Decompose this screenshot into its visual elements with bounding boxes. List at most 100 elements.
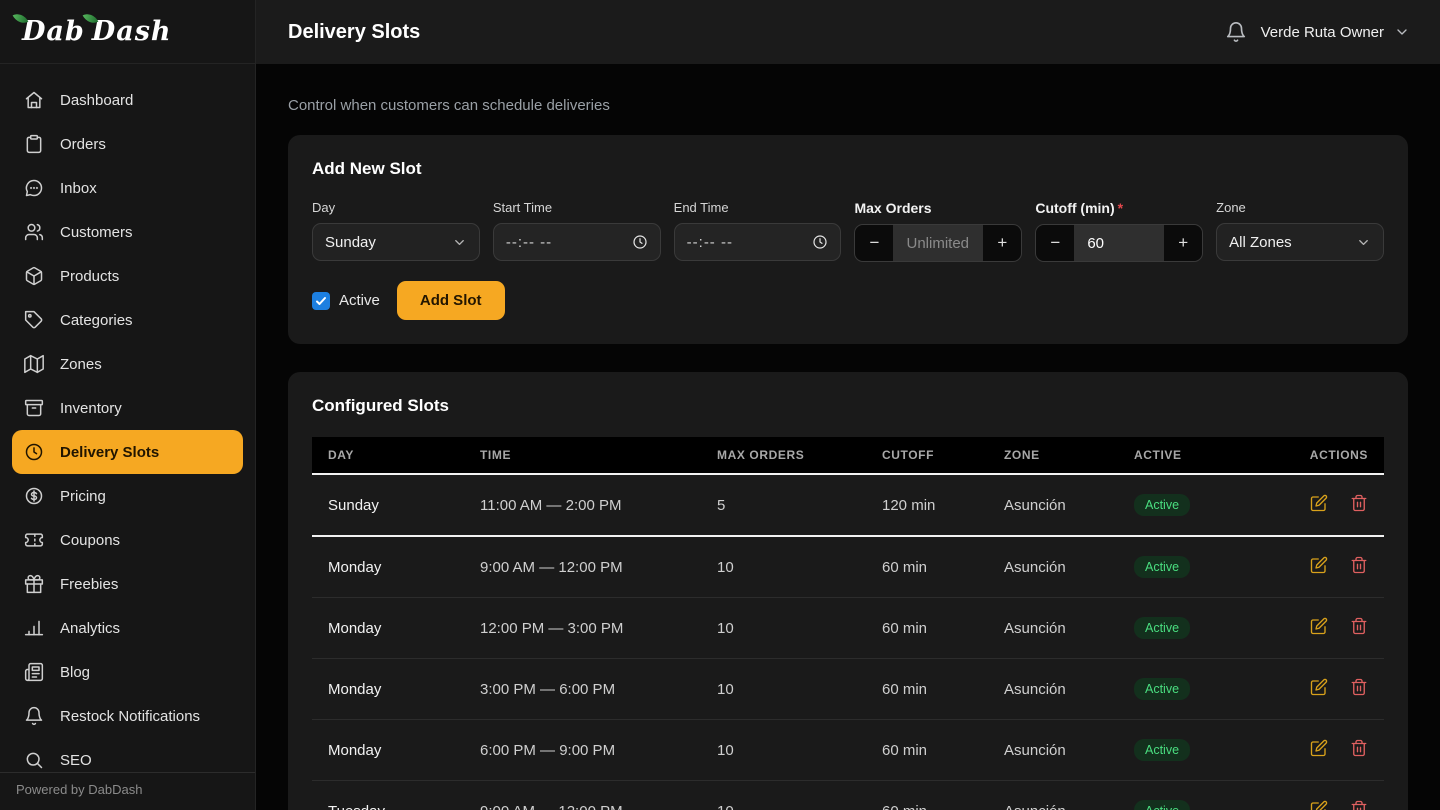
add-slot-actions: Active Add Slot <box>312 281 1384 320</box>
sidebar-item-categories[interactable]: Categories <box>12 298 243 342</box>
edit-slot-button[interactable] <box>1310 494 1328 512</box>
sidebar-footer: Powered by DabDash <box>0 772 255 810</box>
sidebar-item-pricing[interactable]: Pricing <box>12 474 243 518</box>
sidebar-item-label: Coupons <box>60 532 120 549</box>
col-cutoff: Cutoff <box>866 437 988 474</box>
sidebar-item-inbox[interactable]: Inbox <box>12 166 243 210</box>
cell-max-orders: 10 <box>701 659 866 720</box>
zone-select-value: All Zones <box>1229 234 1292 251</box>
edit-slot-button[interactable] <box>1310 739 1328 757</box>
analytics-icon <box>24 618 44 638</box>
sidebar-item-label: Products <box>60 268 119 285</box>
brand-logo[interactable]: Dab Dash <box>22 16 172 47</box>
cell-day: Monday <box>312 720 464 781</box>
clock-icon <box>812 234 828 250</box>
status-badge: Active <box>1134 556 1190 578</box>
delete-slot-button[interactable] <box>1350 800 1368 810</box>
end-time-input[interactable]: --:-- -- <box>674 223 842 261</box>
sidebar-item-zones[interactable]: Zones <box>12 342 243 386</box>
col-zone: Zone <box>988 437 1118 474</box>
cell-day: Tuesday <box>312 781 464 810</box>
status-badge: Active <box>1134 800 1190 810</box>
sidebar-item-products[interactable]: Products <box>12 254 243 298</box>
cutoff-increment-button[interactable]: + <box>1164 225 1202 261</box>
cell-time: 11:00 AM — 2:00 PM <box>464 474 701 536</box>
delete-slot-button[interactable] <box>1350 494 1368 512</box>
edit-slot-button[interactable] <box>1310 800 1328 810</box>
cell-cutoff: 60 min <box>866 659 988 720</box>
delete-slot-button[interactable] <box>1350 739 1368 757</box>
sidebar-item-label: Inbox <box>60 180 97 197</box>
sidebar-item-dashboard[interactable]: Dashboard <box>12 78 243 122</box>
cell-actions <box>1293 598 1384 659</box>
bell-icon[interactable] <box>1225 21 1247 43</box>
cell-time: 9:00 AM — 12:00 PM <box>464 536 701 598</box>
sidebar-item-delivery-slots[interactable]: Delivery Slots <box>12 430 243 474</box>
search-icon <box>24 750 44 770</box>
add-slot-card: Add New Slot Day Sunday Start Time --:--… <box>288 135 1408 344</box>
max-orders-input[interactable]: Unlimited <box>893 235 983 252</box>
add-slot-button[interactable]: Add Slot <box>397 281 505 320</box>
cell-time: 6:00 PM — 9:00 PM <box>464 720 701 781</box>
sidebar-item-label: SEO <box>60 752 92 769</box>
user-menu[interactable]: Verde Ruta Owner <box>1261 24 1410 41</box>
sidebar-item-blog[interactable]: Blog <box>12 650 243 694</box>
sidebar-item-restock-notifications[interactable]: Restock Notifications <box>12 694 243 738</box>
sidebar-item-freebies[interactable]: Freebies <box>12 562 243 606</box>
delete-slot-button[interactable] <box>1350 556 1368 574</box>
delete-slot-button[interactable] <box>1350 678 1368 696</box>
cutoff-field: Cutoff (min)* − 60 + <box>1035 200 1203 262</box>
sidebar-item-label: Freebies <box>60 576 118 593</box>
col-active: Active <box>1118 437 1293 474</box>
cell-zone: Asunción <box>988 598 1118 659</box>
edit-slot-button[interactable] <box>1310 678 1328 696</box>
cutoff-decrement-button[interactable]: − <box>1036 225 1074 261</box>
sidebar-item-label: Analytics <box>60 620 120 637</box>
sidebar-item-inventory[interactable]: Inventory <box>12 386 243 430</box>
cell-zone: Asunción <box>988 720 1118 781</box>
chevron-down-icon <box>452 235 467 250</box>
max-orders-decrement-button[interactable]: − <box>855 225 893 261</box>
cell-day: Monday <box>312 598 464 659</box>
zone-label: Zone <box>1216 200 1384 215</box>
sidebar-item-analytics[interactable]: Analytics <box>12 606 243 650</box>
header-right: Verde Ruta Owner <box>1225 21 1410 43</box>
main-column: Delivery Slots Verde Ruta Owner Control … <box>256 0 1440 810</box>
trash-icon <box>1350 556 1368 574</box>
products-icon <box>24 266 44 286</box>
cutoff-label: Cutoff (min)* <box>1035 200 1203 216</box>
sidebar-item-coupons[interactable]: Coupons <box>12 518 243 562</box>
edit-slot-button[interactable] <box>1310 617 1328 635</box>
trash-icon <box>1350 494 1368 512</box>
cell-zone: Asunción <box>988 474 1118 536</box>
status-badge: Active <box>1134 678 1190 700</box>
sidebar-item-orders[interactable]: Orders <box>12 122 243 166</box>
col-actions: Actions <box>1293 437 1384 474</box>
logo-bar: Dab Dash <box>0 0 255 64</box>
zone-select[interactable]: All Zones <box>1216 223 1384 261</box>
cell-max-orders: 5 <box>701 474 866 536</box>
orders-icon <box>24 134 44 154</box>
required-asterisk: * <box>1118 200 1123 216</box>
sidebar-item-label: Customers <box>60 224 133 241</box>
page-title: Delivery Slots <box>288 21 420 44</box>
cell-actions <box>1293 474 1384 536</box>
delete-slot-button[interactable] <box>1350 617 1368 635</box>
sidebar-item-label: Pricing <box>60 488 106 505</box>
active-checkbox[interactable] <box>312 292 330 310</box>
cell-day: Monday <box>312 536 464 598</box>
cell-max-orders: 10 <box>701 720 866 781</box>
edit-slot-button[interactable] <box>1310 556 1328 574</box>
sidebar-item-label: Inventory <box>60 400 122 417</box>
start-time-input[interactable]: --:-- -- <box>493 223 661 261</box>
col-day: Day <box>312 437 464 474</box>
home-icon <box>24 90 44 110</box>
sidebar-item-customers[interactable]: Customers <box>12 210 243 254</box>
status-badge: Active <box>1134 494 1190 516</box>
cutoff-input[interactable]: 60 <box>1074 235 1164 252</box>
max-orders-increment-button[interactable]: + <box>983 225 1021 261</box>
add-slot-title: Add New Slot <box>312 159 1384 179</box>
day-select[interactable]: Sunday <box>312 223 480 261</box>
chevron-down-icon <box>1356 235 1371 250</box>
start-time-field: Start Time --:-- -- <box>493 200 661 262</box>
